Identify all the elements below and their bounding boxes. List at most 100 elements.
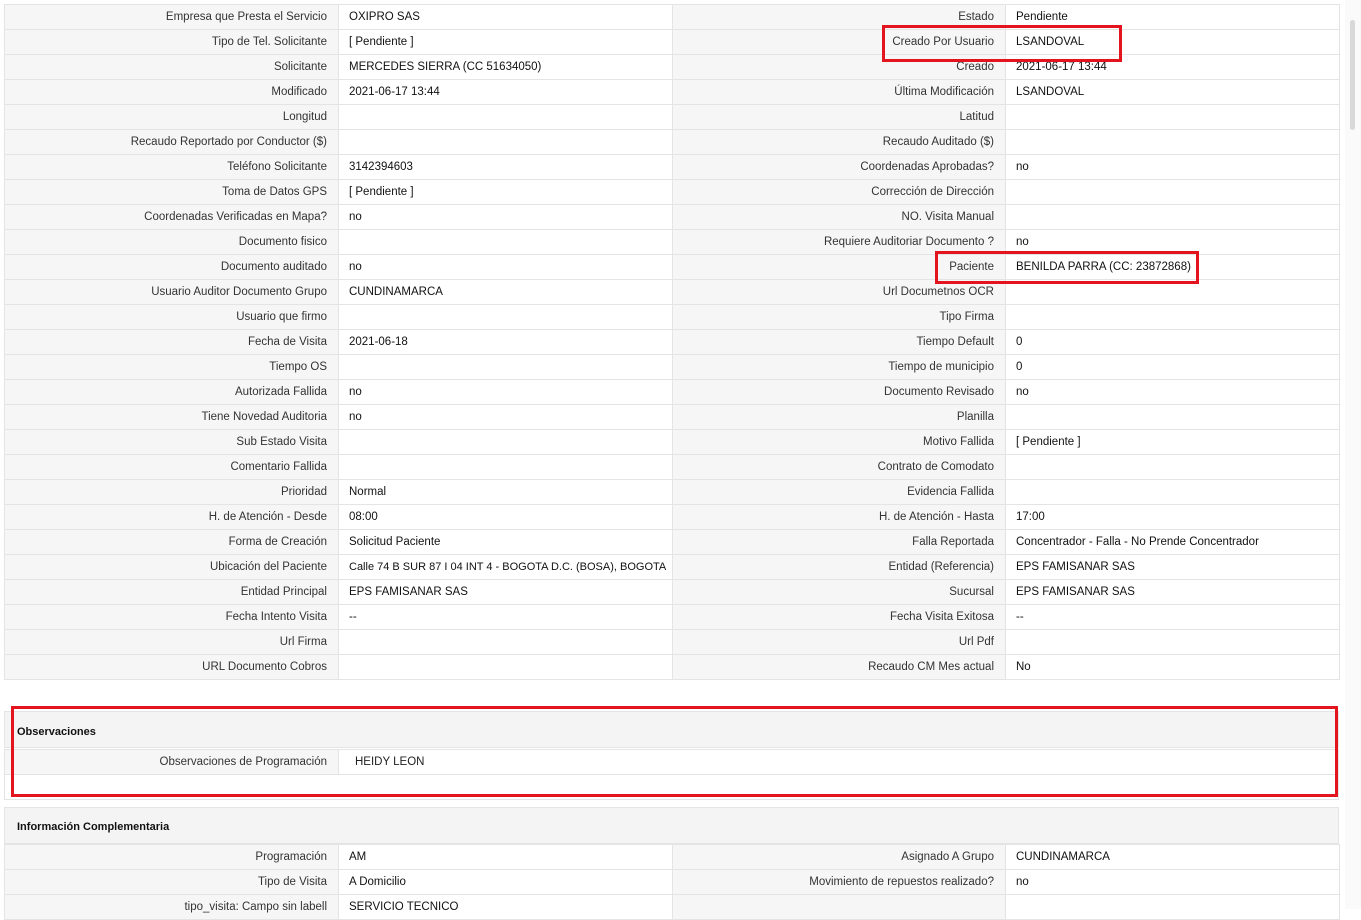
field-value: no — [338, 379, 673, 405]
field-label: Creado — [672, 54, 1006, 80]
detail-row: Programación AM Asignado A Grupo CUNDINAMAR… — [4, 844, 1340, 870]
field-label: Coordenadas Aprobadas? — [672, 154, 1006, 180]
field-value — [1005, 129, 1340, 155]
field-label: Sucursal — [672, 579, 1006, 605]
field-value: [ Pendiente ] — [1005, 429, 1340, 455]
field-value: Calle 74 B SUR 87 I 04 INT 4 - BOGOTA D.… — [338, 554, 673, 580]
field-label: Empresa que Presta el Servicio — [4, 4, 339, 30]
field-value — [1005, 479, 1340, 505]
observaciones-row: Observaciones de Programación HEIDY LEON — [4, 749, 1339, 775]
detail-row: Documento fisico Requiere Auditoriar Docu… — [4, 229, 1340, 255]
scrollbar-thumb[interactable] — [1350, 20, 1355, 130]
field-label: Planilla — [672, 404, 1006, 430]
field-label: Teléfono Solicitante — [4, 154, 339, 180]
detail-row: Recaudo Reportado por Conductor ($) Recau… — [4, 129, 1340, 155]
detail-row: Tiene Novedad Auditoria no Planilla — [4, 404, 1340, 430]
field-value — [338, 454, 673, 480]
field-value: no — [1005, 379, 1340, 405]
field-value: -- — [1005, 604, 1340, 630]
observaciones-header: Observaciones — [4, 711, 1339, 748]
field-label: Modificado — [4, 79, 339, 105]
info-complementaria-title: Información Complementaria — [17, 821, 170, 833]
detail-table: Empresa que Presta el Servicio OXIPRO SAS… — [4, 4, 1340, 680]
detail-row: Ubicación del Paciente Calle 74 B SUR 87 … — [4, 554, 1340, 580]
field-value: 0 — [1005, 354, 1340, 380]
field-value — [1005, 104, 1340, 130]
field-label: NO. Visita Manual — [672, 204, 1006, 230]
field-value — [1005, 179, 1340, 205]
field-label: Recaudo Auditado ($) — [672, 129, 1006, 155]
field-label: Url Firma — [4, 629, 339, 655]
field-value: Concentrador - Falla - No Prende Concent… — [1005, 529, 1340, 555]
field-value: no — [338, 204, 673, 230]
field-value: -- — [338, 604, 673, 630]
field-value: CUNDINAMARCA — [338, 279, 673, 305]
field-label — [672, 894, 1006, 920]
detail-row: Forma de Creación Solicitud Paciente Falla… — [4, 529, 1340, 555]
field-label: Tipo de Tel. Solicitante — [4, 29, 339, 55]
field-value — [338, 629, 673, 655]
detail-row: URL Documento Cobros Recaudo CM Mes actua… — [4, 654, 1340, 680]
detail-row: Tipo de Tel. Solicitante[ Pendiente ] Cre… — [4, 29, 1340, 55]
field-value: no — [1005, 229, 1340, 255]
field-value: 08:00 — [338, 504, 673, 530]
field-value — [1005, 454, 1340, 480]
field-value: AM — [338, 844, 673, 870]
field-value — [1005, 894, 1340, 920]
field-value — [338, 654, 673, 680]
field-value: no — [1005, 869, 1340, 895]
field-label: Corrección de Dirección — [672, 179, 1006, 205]
field-value: Pendiente — [1005, 4, 1340, 30]
field-value: EPS FAMISANAR SAS — [1005, 554, 1340, 580]
detail-row: Comentario Fallida Contrato de Comodato — [4, 454, 1340, 480]
detail-row: tipo_visita: Campo sin labell SERVICIO TE… — [4, 894, 1340, 920]
field-label: Fecha Visita Exitosa — [672, 604, 1006, 630]
detail-row: Tiempo OS Tiempo de municipio 0 — [4, 354, 1340, 380]
field-label: URL Documento Cobros — [4, 654, 339, 680]
detail-row: Teléfono Solicitante 3142394603 Coordenada… — [4, 154, 1340, 180]
field-value — [1005, 404, 1340, 430]
vertical-scrollbar[interactable] — [1345, 0, 1361, 909]
observaciones-empty-row — [4, 774, 1339, 800]
field-label: Asignado A Grupo — [672, 844, 1006, 870]
field-value — [1005, 304, 1340, 330]
detail-row: Prioridad Normal Evidencia Fallida — [4, 479, 1340, 505]
field-value — [338, 354, 673, 380]
observaciones-title: Observaciones — [17, 726, 96, 738]
field-label: Fecha de Visita — [4, 329, 339, 355]
field-label: Url Pdf — [672, 629, 1006, 655]
field-value — [338, 304, 673, 330]
field-label: tipo_visita: Campo sin labell — [4, 894, 339, 920]
field-value: A Domicilio — [338, 869, 673, 895]
detail-row: Documento auditado no Paciente BENILDA PARR… — [4, 254, 1340, 280]
field-value: OXIPRO SAS — [338, 4, 673, 30]
field-label: Paciente — [672, 254, 1006, 280]
field-label: Ubicación del Paciente — [4, 554, 339, 580]
detail-row: Sub Estado Visita Motivo Fallida[ Pendien… — [4, 429, 1340, 455]
field-label: Última Modificación — [672, 79, 1006, 105]
field-value: [ Pendiente ] — [338, 29, 673, 55]
field-label: Documento fisico — [4, 229, 339, 255]
field-label: Usuario Auditor Documento Grupo — [4, 279, 339, 305]
detail-row: Modificado 2021-06-17 13:44 Última Modific… — [4, 79, 1340, 105]
detail-row: Fecha de Visita 2021-06-18 Tiempo Default 0 — [4, 329, 1340, 355]
field-value — [1005, 279, 1340, 305]
field-label: Tiene Novedad Auditoria — [4, 404, 339, 430]
field-value: no — [1005, 154, 1340, 180]
field-value — [1005, 204, 1340, 230]
field-label: Tipo de Visita — [4, 869, 339, 895]
field-label: Usuario que firmo — [4, 304, 339, 330]
field-label: Entidad (Referencia) — [672, 554, 1006, 580]
field-label: Requiere Auditoriar Documento ? — [672, 229, 1006, 255]
field-value: no — [338, 404, 673, 430]
field-value: no — [338, 254, 673, 280]
detail-row: Entidad Principal EPS FAMISANAR SAS Sucurs… — [4, 579, 1340, 605]
field-label: Sub Estado Visita — [4, 429, 339, 455]
field-label: Evidencia Fallida — [672, 479, 1006, 505]
field-label: Tiempo OS — [4, 354, 339, 380]
observaciones-table: Observaciones de Programación HEIDY LEON — [4, 749, 1339, 800]
field-label: H. de Atención - Desde — [4, 504, 339, 530]
field-label: Longitud — [4, 104, 339, 130]
field-value — [1005, 629, 1340, 655]
field-value: Solicitud Paciente — [338, 529, 673, 555]
